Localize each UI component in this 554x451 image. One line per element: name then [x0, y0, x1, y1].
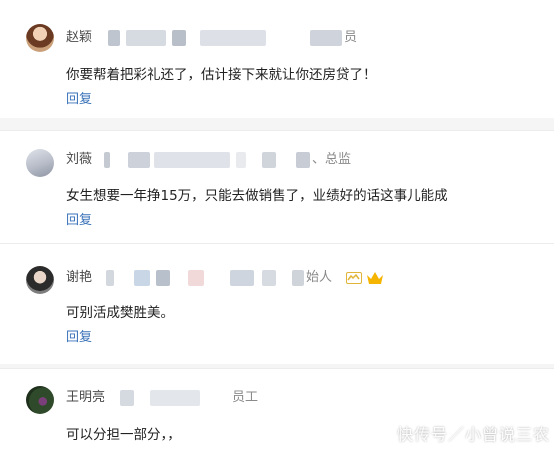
- commenter-name[interactable]: 谢艳: [66, 270, 92, 286]
- comment-text: 你要帮着把彩礼还了，估计接下来就让你还房贷了！: [66, 67, 377, 83]
- crown-icon: [366, 270, 384, 286]
- woman-avatar-icon[interactable]: [26, 266, 54, 294]
- woman-avatar-icon[interactable]: [26, 24, 54, 52]
- commenter-title: 、总监: [312, 152, 352, 167]
- reply-button[interactable]: 回复: [66, 330, 92, 346]
- plant-avatar-icon[interactable]: [26, 386, 54, 414]
- watermark: 快传号／小曾说三农: [396, 425, 550, 444]
- comment-text: 可以分担一部分，，: [66, 427, 181, 443]
- commenter-title: 员工: [232, 390, 259, 405]
- vip-badge-icon: [346, 272, 362, 284]
- commenter-title: 员: [344, 30, 358, 45]
- comment-text: 可别活成樊胜美。: [66, 305, 174, 321]
- reply-button[interactable]: 回复: [66, 92, 92, 108]
- commenter-name[interactable]: 赵颖: [66, 30, 92, 46]
- comment-text: 女生想要一年挣15万，只能去做销售了，业绩好的话这事儿能成: [66, 188, 448, 204]
- reply-button[interactable]: 回复: [66, 213, 92, 229]
- comment-card: 赵颖 员 你要帮着把彩礼还了，估计接下来就让你还房贷了！ 回复: [0, 0, 554, 118]
- comment-card: 刘薇 、总监 女生想要一年挣15万，只能去做销售了，业绩好的话这事儿能成 回复: [0, 131, 554, 243]
- commenter-name[interactable]: 王明亮: [66, 390, 105, 406]
- comment-card: 谢艳 始人 可别活成樊胜美。 回复: [0, 244, 554, 364]
- commenter-title: 始人: [306, 270, 333, 285]
- portrait-avatar-icon[interactable]: [26, 149, 54, 177]
- commenter-name[interactable]: 刘薇: [66, 152, 92, 168]
